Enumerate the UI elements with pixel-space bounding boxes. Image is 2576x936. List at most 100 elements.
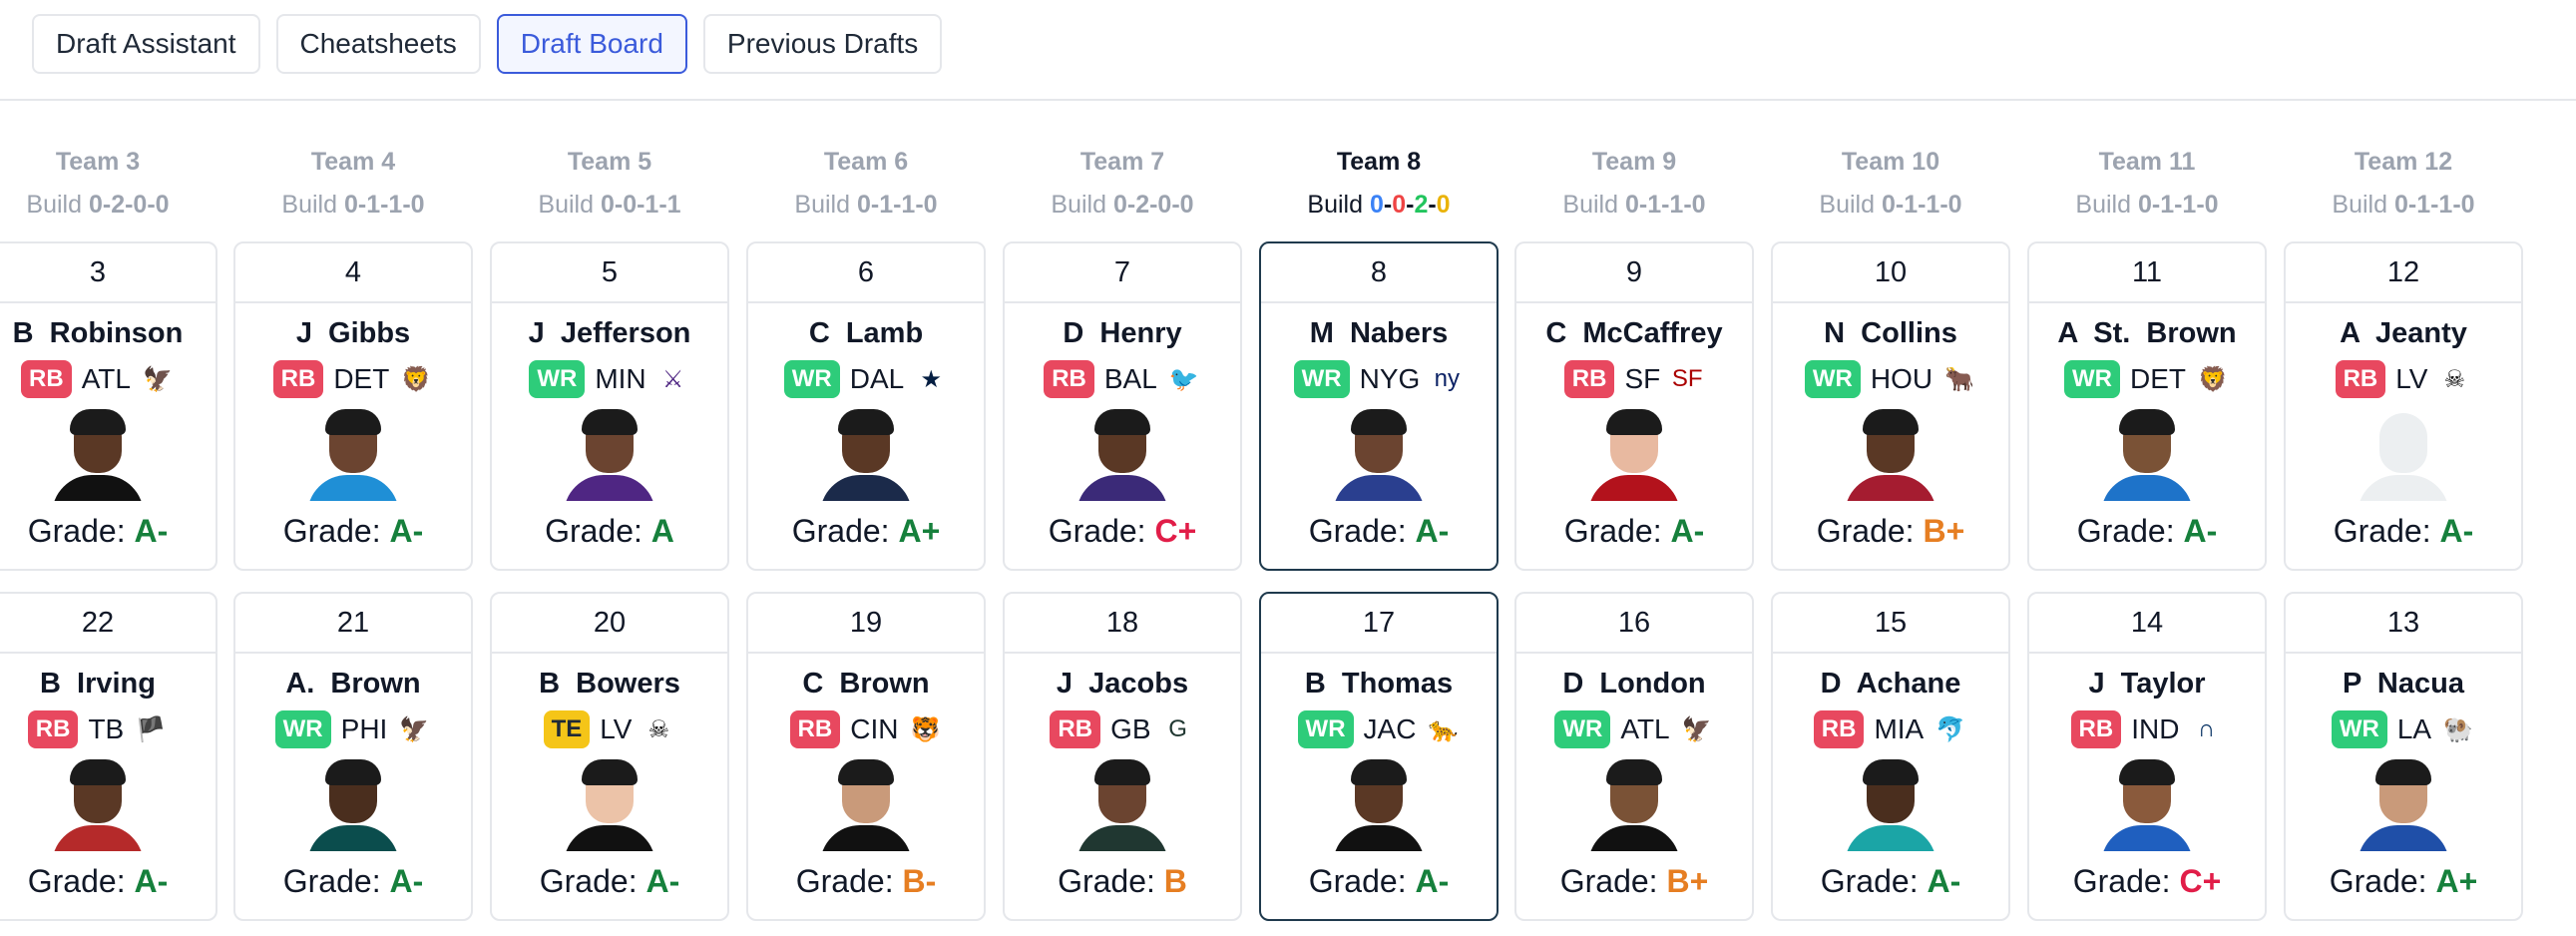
grade-label: Grade: — [2072, 863, 2171, 899]
build-value: 0-0-2-0 — [1369, 191, 1451, 219]
player-first-initial: N — [1824, 317, 1846, 349]
pick-card[interactable]: 9 C McCaffrey RB SF SF Grade: A- — [1514, 241, 1754, 571]
player-last-name: McCaffrey — [1582, 317, 1723, 349]
player-headshot — [1841, 759, 1940, 851]
player-name: D Achane — [1773, 666, 2008, 702]
player-meta: WR NYG ny — [1261, 359, 1497, 399]
team-abbreviation: DET — [2129, 363, 2186, 394]
grade-label: Grade: — [1559, 863, 1658, 899]
team-abbreviation: BAL — [1103, 363, 1157, 394]
player-name: J Jacobs — [1005, 666, 1240, 702]
grade-label: Grade: — [2076, 513, 2175, 549]
build-label: Build — [1307, 191, 1364, 219]
team-header: Team 6 Build 0-1-1-0 — [746, 146, 986, 222]
player-first-initial: D — [1063, 317, 1084, 349]
grade-value: A+ — [898, 513, 941, 549]
team-build: Build 0-1-1-0 — [2027, 188, 2267, 222]
pick-card[interactable]: 17 B Thomas WR JAC 🐆 Grade: A- — [1259, 592, 1499, 921]
pick-card[interactable]: 5 J Jefferson WR MIN ⚔ Grade: A — [490, 241, 729, 571]
team-build: Build 0-0-1-1 — [490, 188, 729, 222]
pick-grade: Grade: A+ — [748, 511, 984, 551]
pick-number: 3 — [0, 243, 215, 303]
player-headshot — [2097, 409, 2197, 501]
player-last-name: Collins — [1861, 317, 1957, 349]
team-build: Build 0-1-1-0 — [233, 188, 473, 222]
jaguars-logo-icon: 🐆 — [1428, 715, 1459, 743]
player-first-initial: A — [2340, 317, 2360, 349]
pick-card[interactable]: 12 A Jeanty RB LV ☠ Grade: A- — [2284, 241, 2523, 571]
pick-grade: Grade: A- — [1516, 511, 1752, 551]
pick-number: 20 — [492, 594, 727, 654]
grade-value: C+ — [2179, 863, 2222, 899]
pick-card[interactable]: 3 B Robinson RB ATL 🦅 Grade: A- — [0, 241, 217, 571]
player-headshot — [48, 409, 148, 501]
player-first-initial: D — [1562, 668, 1584, 700]
pick-number: 5 — [492, 243, 727, 303]
grade-label: Grade: — [1820, 863, 1919, 899]
pick-grade: Grade: B- — [748, 861, 984, 901]
pick-card[interactable]: 18 J Jacobs RB GB G Grade: B — [1003, 592, 1242, 921]
pick-card[interactable]: 13 P Nacua WR LA 🐏 Grade: A+ — [2284, 592, 2523, 921]
player-meta: WR JAC 🐆 — [1261, 709, 1497, 749]
pick-card[interactable]: 11 A St. Brown WR DET 🦁 Grade: A- — [2027, 241, 2267, 571]
player-last-name: London — [1599, 668, 1706, 700]
pick-card[interactable]: 7D Henry RB BAL 🐦 Grade: C+ — [1003, 241, 1242, 571]
player-meta: WR HOU 🐂 — [1773, 359, 2008, 399]
pick-card[interactable]: 16 D London WR ATL 🦅 Grade: B+ — [1514, 592, 1754, 921]
lions-logo-icon: 🦁 — [401, 365, 432, 393]
player-meta: RB CIN 🐯 — [748, 709, 984, 749]
pick-card[interactable]: 22 B Irving RB TB 🏴 Grade: A- — [0, 592, 217, 921]
pick-card[interactable]: 6C Lamb WR DAL ★ Grade: A+ — [746, 241, 986, 571]
player-headshot — [560, 409, 659, 501]
player-headshot — [560, 759, 659, 851]
pick-card[interactable]: 20 B Bowers TE LV ☠ Grade: A- — [490, 592, 729, 921]
pick-grade: Grade: B+ — [1773, 511, 2008, 551]
team-abbreviation: DAL — [849, 363, 905, 394]
player-last-name: Taylor — [2120, 668, 2206, 700]
team-build: Build 0-2-0-0 — [1003, 188, 1242, 222]
pick-number: 17 — [1261, 594, 1497, 654]
pick-card[interactable]: 10 N Collins WR HOU 🐂 Grade: B+ — [1771, 241, 2010, 571]
player-last-name: Nabers — [1349, 317, 1449, 349]
grade-label: Grade: — [545, 513, 643, 549]
pick-grade: Grade: C+ — [2029, 861, 2265, 901]
pick-card[interactable]: 19 C Brown RB CIN 🐯 Grade: B- — [746, 592, 986, 921]
player-headshot — [2354, 759, 2453, 851]
player-first-initial: C — [802, 668, 824, 700]
pick-grade: Grade: C+ — [1005, 511, 1240, 551]
pick-grade: Grade: A- — [0, 861, 215, 901]
position-badge: WR — [1293, 360, 1350, 398]
pick-number: 8 — [1261, 243, 1497, 303]
grade-label: Grade: — [2329, 863, 2427, 899]
grade-label: Grade: — [27, 863, 126, 899]
pick-card[interactable]: 4J Gibbs RB DET 🦁 Grade: A- — [233, 241, 473, 571]
pick-card[interactable]: 8 M Nabers WR NYG ny Grade: A- — [1259, 241, 1499, 571]
player-last-name: Jefferson — [560, 317, 691, 349]
headshot-placeholder-icon — [2354, 409, 2453, 501]
player-name: J Taylor — [2029, 666, 2265, 702]
player-name: C McCaffrey — [1516, 315, 1752, 351]
player-last-name: Bowers — [576, 668, 680, 700]
49ers-logo-icon: SF — [1671, 365, 1703, 392]
pick-card[interactable]: 14 J Taylor RB IND ∩ Grade: C+ — [2027, 592, 2267, 921]
grade-value: A- — [1670, 513, 1705, 549]
team-header: Team 3 Build 0-2-0-0 — [0, 146, 217, 222]
player-headshot — [1329, 759, 1429, 851]
build-value: 0-1-1-0 — [343, 191, 425, 219]
player-name: C Lamb — [748, 315, 984, 351]
bengals-logo-icon: 🐯 — [910, 715, 941, 743]
player-name: C Brown — [748, 666, 984, 702]
position-badge: RB — [1813, 710, 1865, 748]
pick-card[interactable]: 15 D Achane RB MIA 🐬 Grade: A- — [1771, 592, 2010, 921]
grade-label: Grade: — [1816, 513, 1915, 549]
texans-logo-icon: 🐂 — [1944, 365, 1975, 393]
player-name: B Bowers — [492, 666, 727, 702]
grade-value: A- — [134, 863, 169, 899]
team-abbreviation: MIN — [595, 363, 646, 394]
player-meta: WR ATL 🦅 — [1516, 709, 1752, 749]
pick-card[interactable]: 21 A. Brown WR PHI 🦅 Grade: A- — [233, 592, 473, 921]
team-name: Team 5 — [567, 148, 652, 176]
player-name: B Irving — [0, 666, 215, 702]
vikings-logo-icon: ⚔ — [661, 365, 684, 393]
player-first-initial: B — [40, 668, 61, 700]
